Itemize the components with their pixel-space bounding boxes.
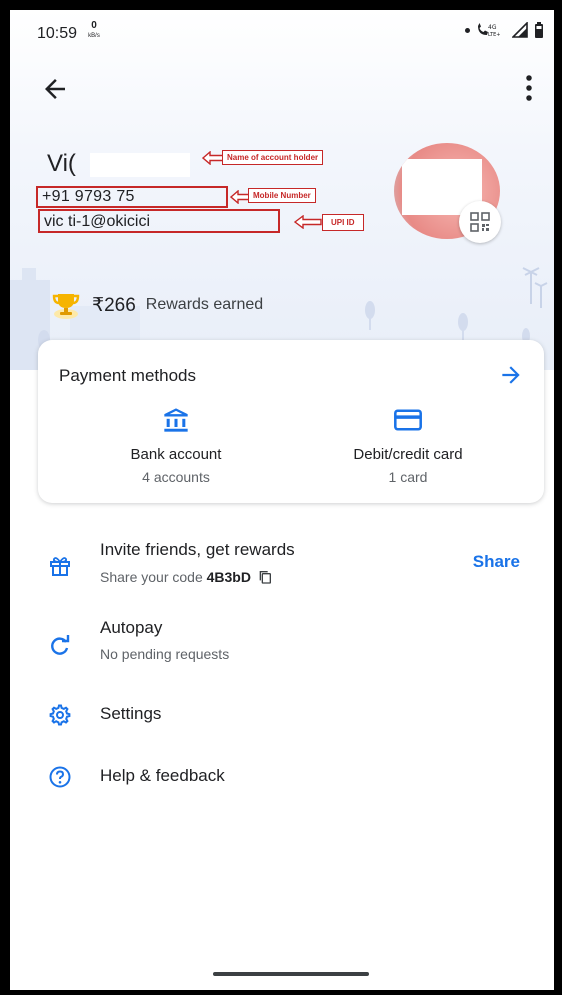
- gear-icon: [49, 704, 71, 726]
- payment-methods-title: Payment methods: [59, 366, 197, 385]
- autopay-title: Autopay: [100, 618, 163, 637]
- autopay-icon: [51, 635, 70, 655]
- network-speed-unit: kB/s: [88, 33, 100, 39]
- arrow-forward-icon[interactable]: [498, 362, 524, 388]
- screen: 10:59 0 kB/s 4G LTE+ Vi(+91 9793 75 vic…: [10, 10, 554, 990]
- name-annotation-label: Name of account holder: [222, 150, 324, 165]
- copy-icon[interactable]: [257, 569, 273, 585]
- bank-account-button[interactable]: Bank account 4 accounts: [76, 406, 276, 485]
- notification-dot-icon: [465, 27, 470, 33]
- upi-annotation-label: UPI ID: [322, 214, 364, 231]
- account-holder-name: Vi(: [47, 150, 76, 177]
- battery-icon: [535, 22, 543, 38]
- status-time: 10:59: [37, 25, 78, 42]
- more-options-icon[interactable]: [514, 70, 544, 106]
- rewards-amount: ₹266: [92, 294, 136, 316]
- back-arrow-icon[interactable]: [40, 74, 70, 104]
- bank-account-label: Bank account: [130, 446, 222, 463]
- mobile-annotation-label: Mobile Number: [248, 188, 316, 203]
- share-button[interactable]: Share: [473, 552, 520, 572]
- svg-text:4G: 4G: [488, 24, 497, 31]
- debit-credit-card-label: Debit/credit card: [353, 446, 463, 463]
- upi-id: vic ti-1@okicici: [44, 213, 151, 230]
- referral-code: 4B3bD: [206, 569, 251, 585]
- gift-icon: [50, 557, 70, 576]
- status-icons: 4G LTE+: [465, 22, 544, 38]
- network-speed: 0 kB/s: [84, 20, 104, 40]
- rewards-row[interactable]: ₹266 Rewards earned: [50, 290, 263, 320]
- autopay-subtitle: No pending requests: [100, 646, 230, 662]
- payment-methods-card: Payment methods Bank account 4 accounts: [38, 340, 544, 503]
- rewards-label: Rewards earned: [145, 296, 264, 313]
- invite-friends-subtitle: Share your code 4B3bD: [100, 569, 273, 585]
- invite-friends-item[interactable]: Invite friends, get rewards Share your c…: [10, 534, 554, 598]
- qr-code-button[interactable]: [459, 201, 501, 243]
- network-speed-value: 0: [91, 20, 97, 31]
- settings-title: Settings: [100, 704, 162, 723]
- trophy-icon: [52, 294, 80, 319]
- signal-icon: [512, 22, 528, 38]
- help-feedback-item[interactable]: Help & feedback: [10, 760, 554, 794]
- gesture-navigation-bar[interactable]: [213, 972, 369, 976]
- credit-card-icon: [394, 409, 422, 431]
- qr-code-icon: [470, 212, 490, 232]
- mobile-number: +91 9793 75: [42, 188, 135, 205]
- call-lte-icon: 4G LTE+: [478, 23, 501, 38]
- svg-text:LTE+: LTE+: [488, 32, 501, 38]
- settings-item[interactable]: Settings: [10, 698, 554, 732]
- debit-credit-card-count: 1 card: [388, 469, 428, 485]
- annotation-arrow-icon: [202, 151, 224, 165]
- autopay-item[interactable]: Autopay No pending requests: [10, 614, 554, 674]
- invite-friends-title: Invite friends, get rewards: [100, 540, 295, 559]
- help-icon: [49, 766, 71, 788]
- annotation-arrow-icon: [294, 215, 322, 229]
- share-code-prefix: Share your code: [100, 569, 203, 585]
- help-feedback-title: Help & feedback: [100, 766, 225, 785]
- debit-credit-card-button[interactable]: Debit/credit card 1 card: [308, 406, 508, 485]
- name-redaction: [90, 153, 190, 177]
- bank-icon: [164, 408, 188, 432]
- status-bar: 10:59 0 kB/s 4G LTE+: [10, 10, 554, 54]
- bank-account-count: 4 accounts: [142, 469, 210, 485]
